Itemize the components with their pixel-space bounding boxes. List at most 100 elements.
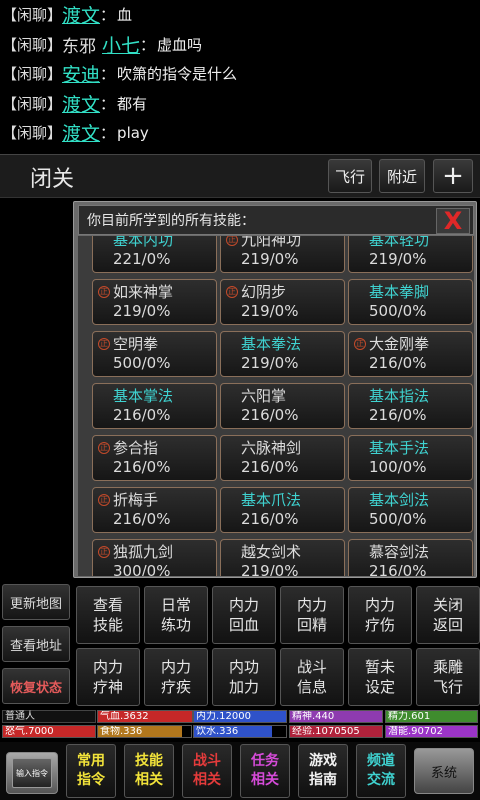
chat-message: 吹箫的指令是什么	[117, 65, 238, 84]
left-button[interactable]: 恢复状态	[2, 668, 70, 704]
chat-separator: ：	[100, 94, 116, 113]
room-title: 闭关	[30, 167, 75, 192]
skill-item[interactable]: 基本拳法 219/0%	[220, 331, 345, 377]
skill-item[interactable]: 基本掌法 216/0%	[92, 383, 217, 429]
skills-panel-header: 你目前所学到的所有技能： X	[78, 205, 474, 235]
nav-button[interactable]: 任务 相关	[240, 744, 290, 798]
action-button[interactable]: 战斗 信息	[280, 648, 344, 706]
nav-button[interactable]: 频道 交流	[356, 744, 406, 798]
left-button[interactable]: 查看地址	[2, 626, 70, 662]
chat-username[interactable]: 小七	[102, 31, 140, 58]
skill-name: 空明拳	[113, 335, 159, 353]
action-button[interactable]: 内功 加力	[212, 648, 276, 706]
chat-separator: ：	[100, 124, 116, 143]
skill-name: 九阳神功	[241, 236, 302, 249]
action-label: 技能	[92, 616, 123, 634]
skill-item[interactable]: 六脉神剑 216/0%	[220, 435, 345, 481]
stat-bar: 饮水.336	[193, 725, 287, 738]
nav-button[interactable]: 常用 指令	[66, 744, 116, 798]
chat-username[interactable]: 渡文	[62, 90, 100, 117]
skill-level: 500/0%	[113, 354, 171, 372]
skill-item[interactable]: 正幻阴步 219/0%	[220, 279, 345, 325]
chat-username[interactable]: 安迪	[62, 60, 100, 87]
skill-item[interactable]: 正参合指 216/0%	[92, 435, 217, 481]
skill-item[interactable]: 正九阳神功 219/0%	[220, 236, 345, 273]
stat-label: 食物.336	[100, 726, 143, 737]
skill-item[interactable]: 正大金刚拳 216/0%	[348, 331, 473, 377]
skills-list[interactable]: 基本内功 221/0% 正九阳神功 219/0% 基本轻功 219/0% 正如来神掌 219/…	[78, 236, 474, 576]
skill-item[interactable]: 慕容剑法 216/0%	[348, 539, 473, 576]
stat-label: 饮水.336	[196, 726, 239, 737]
skill-item[interactable]: 越女剑术 219/0%	[220, 539, 345, 576]
skill-item[interactable]: 基本爪法 216/0%	[220, 487, 345, 533]
action-button[interactable]: 乘雕 飞行	[416, 648, 480, 706]
nearby-button[interactable]: 附近	[379, 159, 425, 193]
skill-item[interactable]: 正空明拳 500/0%	[92, 331, 217, 377]
skill-level: 221/0%	[113, 250, 171, 268]
input-command-button[interactable]: 输入指令	[6, 752, 58, 794]
nav-button[interactable]: 技能 相关	[124, 744, 174, 798]
skill-level: 216/0%	[241, 406, 299, 424]
chat-channel[interactable]: 【闲聊】	[2, 34, 62, 55]
room-bar: 闭关 飞行 附近 +	[0, 154, 480, 198]
nav-label-1: 游戏	[309, 753, 337, 769]
chat-channel[interactable]: 【闲聊】	[2, 4, 62, 25]
action-label: 乘雕	[432, 658, 463, 676]
skill-level: 219/0%	[241, 562, 299, 576]
fly-button[interactable]: 飞行	[328, 159, 372, 193]
action-button[interactable]: 内力 回血	[212, 586, 276, 644]
action-button[interactable]: 关闭 返回	[416, 586, 480, 644]
system-button[interactable]: 系统	[414, 748, 474, 794]
stat-bar: 精神.440	[289, 710, 383, 723]
plus-icon[interactable]: +	[433, 159, 473, 193]
skill-name: 基本轻功	[369, 236, 430, 249]
skill-item[interactable]: 基本拳脚 500/0%	[348, 279, 473, 325]
action-label: 回血	[228, 616, 259, 634]
nav-button[interactable]: 游戏 指南	[298, 744, 348, 798]
action-button[interactable]: 查看 技能	[76, 586, 140, 644]
skill-level: 219/0%	[241, 354, 299, 372]
skill-item[interactable]: 基本剑法 500/0%	[348, 487, 473, 533]
skill-level: 216/0%	[369, 354, 427, 372]
skill-mark-icon: 正	[98, 338, 110, 350]
skills-panel-title: 你目前所学到的所有技能：	[87, 213, 255, 229]
skill-item[interactable]: 基本轻功 219/0%	[348, 236, 473, 273]
chat-channel[interactable]: 【闲聊】	[2, 93, 62, 114]
action-label: 疗疾	[160, 678, 191, 696]
left-button[interactable]: 更新地图	[2, 584, 70, 620]
action-label: 内力	[296, 596, 327, 614]
skill-item[interactable]: 正如来神掌 219/0%	[92, 279, 217, 325]
bottom-nav: 输入指令 常用 指令 技能 相关 战斗 相关 任务 相关 游戏 指南 频道 交流 系统	[0, 742, 480, 800]
skill-item[interactable]: 正折梅手 216/0%	[92, 487, 217, 533]
stat-bar: 内力.12000	[193, 710, 287, 723]
action-label: 内力	[228, 596, 259, 614]
nav-button[interactable]: 战斗 相关	[182, 744, 232, 798]
skill-name: 越女剑术	[241, 543, 302, 561]
action-button[interactable]: 日常 练功	[144, 586, 208, 644]
action-label: 关闭	[432, 596, 463, 614]
skill-item[interactable]: 正独孤九剑 300/0%	[92, 539, 217, 576]
chat-message: 都有	[117, 94, 148, 113]
skill-item[interactable]: 基本指法 216/0%	[348, 383, 473, 429]
skill-name: 基本拳脚	[369, 283, 430, 301]
action-button[interactable]: 内力 疗神	[76, 648, 140, 706]
chat-channel[interactable]: 【闲聊】	[2, 122, 62, 143]
nav-label-1: 常用	[77, 753, 105, 769]
action-button[interactable]: 内力 回精	[280, 586, 344, 644]
skill-level: 216/0%	[241, 510, 299, 528]
skill-item[interactable]: 基本手法 100/0%	[348, 435, 473, 481]
close-icon[interactable]: X	[436, 207, 470, 235]
action-button[interactable]: 内力 疗疾	[144, 648, 208, 706]
skill-item[interactable]: 六阳掌 216/0%	[220, 383, 345, 429]
stat-bar: 精力.601	[385, 710, 478, 723]
skill-level: 219/0%	[241, 250, 299, 268]
nav-label-2: 指令	[77, 772, 105, 788]
action-button[interactable]: 内力 疗伤	[348, 586, 412, 644]
chat-channel[interactable]: 【闲聊】	[2, 63, 62, 84]
action-button[interactable]: 暂未 设定	[348, 648, 412, 706]
skill-item[interactable]: 基本内功 221/0%	[92, 236, 217, 273]
chat-username[interactable]: 渡文	[62, 119, 100, 146]
skill-level: 500/0%	[369, 302, 427, 320]
chat-username[interactable]: 渡文	[62, 1, 100, 28]
skill-mark-icon: 正	[226, 236, 238, 246]
